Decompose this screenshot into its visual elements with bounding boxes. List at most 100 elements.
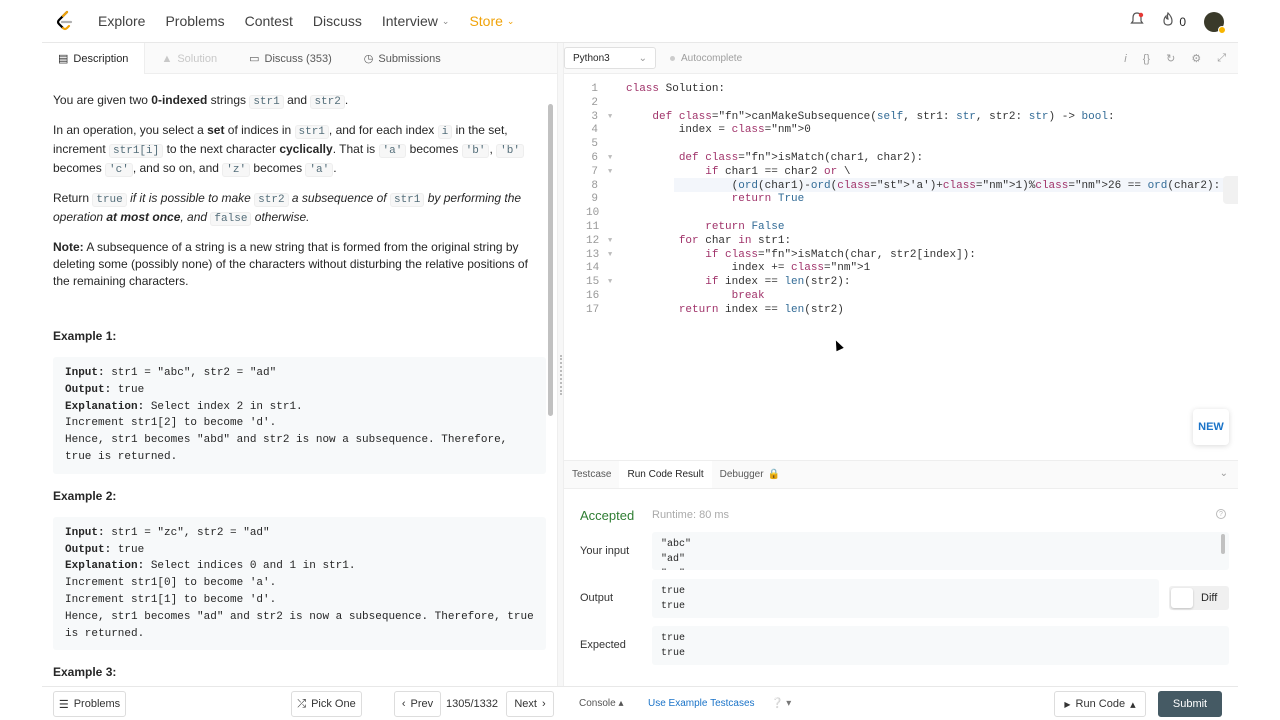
- fold-icon[interactable]: ▼: [608, 165, 612, 179]
- inline-code: 'b': [461, 144, 490, 158]
- output-label: Output:: [65, 383, 112, 396]
- info-icon[interactable]: i: [1124, 53, 1126, 65]
- console-toggle[interactable]: Console ▴: [579, 698, 624, 709]
- braces-icon[interactable]: {}: [1143, 53, 1150, 65]
- play-icon: ▶: [1064, 699, 1071, 709]
- code-text: index = class="nm">0: [626, 124, 811, 137]
- inline-code: 'a': [305, 163, 334, 177]
- run-code-button[interactable]: ▶ Run Code ▴: [1054, 691, 1146, 717]
- fullscreen-icon[interactable]: ⤢: [1217, 52, 1226, 65]
- inline-code: str1: [249, 95, 284, 109]
- fold-icon[interactable]: ▼: [608, 110, 612, 124]
- line-number: 13: [586, 248, 600, 261]
- reset-icon[interactable]: ↻: [1166, 52, 1175, 65]
- lock-icon: 🔒: [767, 469, 780, 480]
- text-italic: , and: [180, 210, 211, 224]
- list-icon: ☰: [58, 698, 69, 711]
- fold-icon[interactable]: ▼: [608, 275, 612, 289]
- new-feature-button[interactable]: NEW: [1193, 409, 1229, 445]
- next-button[interactable]: Next ›: [506, 691, 554, 717]
- collapse-chevron-icon[interactable]: ⌄: [1220, 468, 1228, 479]
- text: , and so on, and: [132, 161, 223, 175]
- prev-button[interactable]: ‹ Prev: [394, 691, 441, 717]
- line-number: 16: [586, 290, 600, 302]
- diff-toggle[interactable]: Diff: [1169, 586, 1229, 610]
- output-box: true true: [652, 579, 1159, 618]
- code-editor[interactable]: 1 class Solution: 2 3 ▼ def class="fn">canMa…: [564, 74, 1238, 459]
- code-text: def class="fn">isMatch(char1, char2):: [678, 152, 924, 164]
- nav-discuss[interactable]: Discuss: [313, 13, 362, 29]
- nav-store[interactable]: Store ⌄: [469, 13, 514, 29]
- streak-counter[interactable]: 0: [1162, 11, 1186, 31]
- bell-icon[interactable]: [1130, 12, 1145, 31]
- explanation-label: Explanation:: [65, 400, 145, 413]
- fold-icon[interactable]: ▼: [608, 234, 612, 248]
- fold-icon[interactable]: ▼: [608, 248, 612, 262]
- discuss-icon: ▭: [249, 53, 260, 65]
- output-value: true: [111, 543, 145, 556]
- code-text: if class="fn">isMatch(char, str2[index])…: [705, 248, 976, 261]
- next-label: Next: [514, 698, 537, 710]
- help-icon: ❔: [771, 698, 784, 709]
- bottom-bar: ☰ Problems ⤮ Pick One ‹ Prev 1305/1332 Next…: [42, 686, 1238, 720]
- leetcode-logo-icon[interactable]: [54, 10, 76, 32]
- inline-code: true: [92, 193, 127, 207]
- tab-submissions[interactable]: ◷ Submissions: [348, 43, 457, 74]
- avatar[interactable]: [1204, 11, 1226, 34]
- problems-label: Problems: [73, 698, 121, 710]
- console-label: Console: [579, 698, 616, 709]
- side-panel-tab[interactable]: [1223, 176, 1238, 204]
- tab-discuss-label: Discuss (353): [264, 52, 332, 65]
- autocomplete-label: Autocomplete: [681, 52, 743, 64]
- description-scrollbar[interactable]: [548, 104, 553, 416]
- nav-explore[interactable]: Explore: [98, 13, 145, 29]
- input-scrollbar[interactable]: [1221, 534, 1225, 554]
- line-number: 12: [586, 234, 600, 247]
- tab-debugger-label: Debugger: [719, 469, 764, 480]
- tab-discuss[interactable]: ▭ Discuss (353): [233, 43, 348, 74]
- line-number: 2: [591, 96, 598, 109]
- problems-button[interactable]: ☰ Problems: [53, 691, 126, 717]
- pick-one-button[interactable]: ⤮ Pick One: [291, 691, 362, 717]
- input-value: str1 = "abc", str2 = "ad": [104, 367, 277, 379]
- tab-description[interactable]: ▤ Description: [42, 43, 146, 74]
- nav-interview[interactable]: Interview ⌄: [382, 13, 450, 29]
- note-text: A subsequence of a string is a new strin…: [53, 240, 528, 288]
- tab-solution[interactable]: ▲ Solution: [145, 43, 233, 74]
- help-icon[interactable]: ?: [1216, 509, 1226, 519]
- fold-icon[interactable]: ▼: [608, 151, 612, 165]
- runtime-text: Runtime: 80 ms: [652, 509, 730, 521]
- code-text: return index == len(str2): [678, 303, 844, 316]
- inline-code: str1[i]: [109, 144, 164, 158]
- line-number: 17: [586, 303, 600, 316]
- nav-contest[interactable]: Contest: [245, 13, 293, 29]
- language-select[interactable]: Python3 ⌄: [564, 47, 656, 69]
- code-text: for char in str1:: [678, 234, 792, 247]
- tab-run-code-result[interactable]: Run Code Result: [619, 461, 712, 488]
- autocomplete-toggle[interactable]: Autocomplete: [670, 53, 742, 64]
- text: becomes: [53, 161, 106, 175]
- run-code-label: Run Code: [1075, 698, 1126, 710]
- your-input-box[interactable]: "abc" "ad" "zc": [652, 532, 1229, 570]
- chevron-down-icon: ⌄: [638, 52, 647, 64]
- text-italic: if it is possible to make: [126, 191, 255, 205]
- line-number: 9: [591, 193, 598, 206]
- note-label: Note:: [53, 240, 84, 254]
- right-margin: [1238, 0, 1280, 720]
- help-dropdown[interactable]: ❔ ▾: [771, 698, 791, 709]
- text: becomes: [250, 161, 306, 175]
- use-example-testcases-link[interactable]: Use Example Testcases: [648, 698, 755, 709]
- input-value: str1 = "zc", str2 = "ad": [104, 526, 270, 539]
- pane-resizer[interactable]: [557, 43, 564, 686]
- left-margin: [0, 0, 42, 720]
- inline-code: 'a': [378, 144, 407, 158]
- code-text: index += class="nm">1: [626, 262, 871, 275]
- nav-problems[interactable]: Problems: [165, 13, 224, 29]
- tab-debugger[interactable]: Debugger 🔒: [712, 461, 788, 488]
- text-italic: otherwise.: [251, 210, 310, 224]
- submit-button[interactable]: Submit: [1158, 691, 1222, 717]
- tab-testcase[interactable]: Testcase: [564, 461, 619, 488]
- line-number: 14: [586, 262, 600, 275]
- nav-right-group: 0: [1130, 0, 1226, 43]
- settings-icon[interactable]: ⚙: [1191, 52, 1201, 65]
